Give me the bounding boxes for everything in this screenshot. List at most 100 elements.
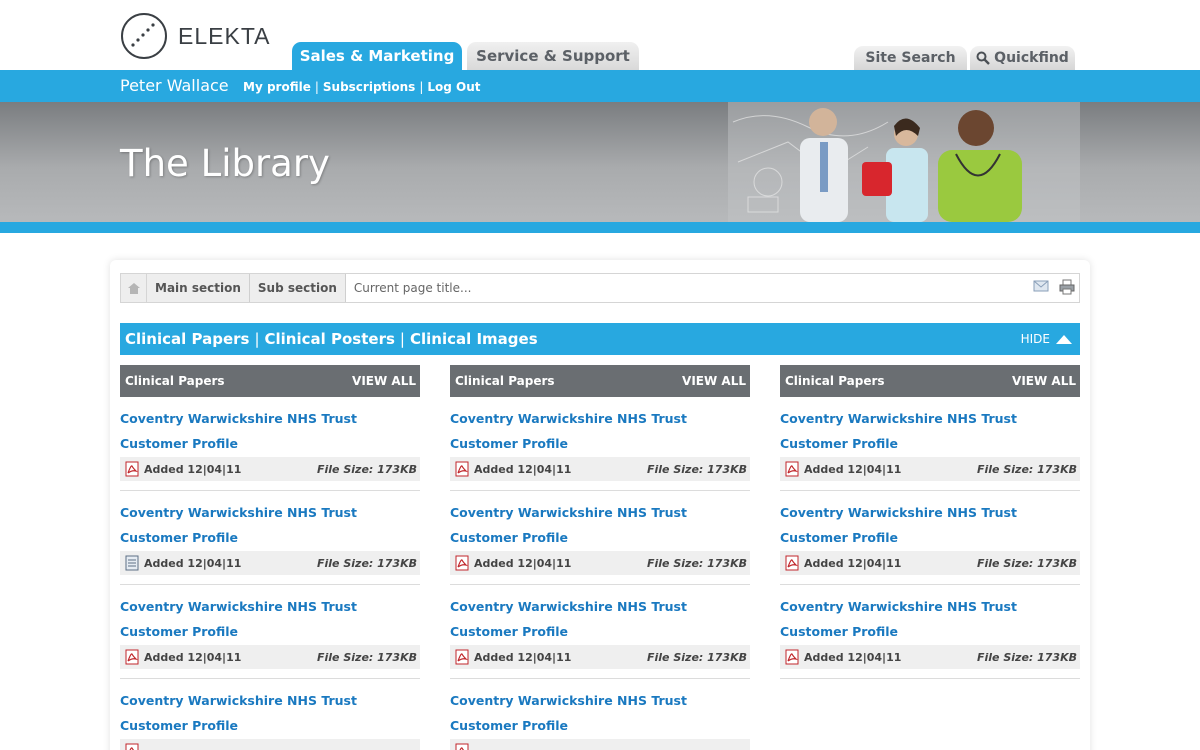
quickfind-label: Quickfind — [994, 50, 1069, 66]
tab-label: Sales & Marketing — [299, 47, 455, 65]
date-added: Added 12|04|11 — [474, 462, 572, 476]
document-meta: Added 12|04|11 File Size: 173KB — [120, 551, 420, 575]
column-header: Clinical Papers VIEW ALL — [780, 365, 1080, 397]
file-size: File Size: 173KB — [977, 556, 1077, 570]
file-size: File Size: 173KB — [317, 462, 417, 476]
document-title-link[interactable]: Coventry Warwickshire NHS Trust Customer… — [450, 688, 740, 738]
triangle-up-icon — [1056, 334, 1072, 344]
date-added: Added 12|04|11 — [804, 556, 902, 570]
file-size: File Size: 173KB — [977, 462, 1077, 476]
email-icon[interactable] — [1033, 279, 1049, 293]
list-item: Coventry Warwickshire NHS Trust Customer… — [450, 585, 750, 679]
resource-column: Clinical Papers VIEW ALL Coventry Warwicks… — [780, 365, 1080, 679]
tab-clinical-papers[interactable]: Clinical Papers — [125, 330, 249, 348]
document-title-link[interactable]: Coventry Warwickshire NHS Trust Customer… — [780, 500, 1070, 550]
tab-clinical-images[interactable]: Clinical Images — [410, 330, 538, 348]
site-search-label: Site Search — [865, 50, 956, 66]
list-item: Coventry Warwickshire NHS Trust Customer… — [780, 491, 1080, 585]
list-item: Coventry Warwickshire NHS Trust Customer… — [450, 397, 750, 491]
elekta-logo[interactable]: ELEKTA — [120, 11, 271, 61]
pdf-icon[interactable] — [124, 649, 140, 665]
log-out-link[interactable]: Log Out — [427, 80, 480, 94]
quickfind-tab[interactable]: Quickfind — [970, 46, 1075, 70]
column-title: Clinical Papers — [785, 374, 885, 388]
date-added: Added 12|04|11 — [474, 556, 572, 570]
hide-button[interactable]: HIDE — [1021, 332, 1072, 346]
list-item: Coventry Warwickshire NHS Trust Customer… — [780, 397, 1080, 491]
date-added: Added 12|04|11 — [144, 556, 242, 570]
tab-label: Service & Support — [476, 47, 630, 65]
pdf-icon[interactable] — [124, 743, 140, 750]
document-title-link[interactable]: Coventry Warwickshire NHS Trust Customer… — [120, 688, 410, 738]
document-title-link[interactable]: Coventry Warwickshire NHS Trust Customer… — [780, 594, 1070, 644]
column-header: Clinical Papers VIEW ALL — [120, 365, 420, 397]
list-item: Coventry Warwickshire NHS Trust Customer… — [450, 491, 750, 585]
elekta-logo-icon — [121, 13, 167, 59]
list-item: Coventry Warwickshire NHS Trust Customer… — [120, 585, 420, 679]
pdf-icon[interactable] — [784, 649, 800, 665]
document-icon[interactable] — [124, 555, 140, 571]
header: ELEKTA Sales & Marketing Service & Suppo… — [0, 0, 1200, 70]
pdf-icon[interactable] — [454, 555, 470, 571]
document-title-link[interactable]: Coventry Warwickshire NHS Trust Customer… — [780, 406, 1070, 456]
date-added: Added 12|04|11 — [144, 650, 242, 664]
pdf-icon[interactable] — [454, 649, 470, 665]
separator: | — [399, 330, 405, 348]
document-title-link[interactable]: Coventry Warwickshire NHS Trust Customer… — [450, 500, 740, 550]
subscriptions-link[interactable]: Subscriptions — [323, 80, 415, 94]
page-tools — [1033, 279, 1075, 295]
tab-sales-marketing[interactable]: Sales & Marketing — [292, 42, 462, 70]
document-title-link[interactable]: Coventry Warwickshire NHS Trust Customer… — [450, 406, 740, 456]
view-all-link[interactable]: VIEW ALL — [682, 374, 746, 388]
file-size: File Size: 173KB — [647, 556, 747, 570]
pdf-icon[interactable] — [784, 461, 800, 477]
home-breadcrumb[interactable] — [121, 274, 147, 302]
pdf-icon[interactable] — [454, 743, 470, 750]
date-added: Added 12|04|11 — [144, 462, 242, 476]
document-meta: Added 12|04|11 File Size: 173KB — [780, 457, 1080, 481]
home-icon — [127, 282, 140, 294]
document-title-link[interactable]: Coventry Warwickshire NHS Trust Customer… — [120, 500, 410, 550]
date-added: Added 12|04|11 — [474, 650, 572, 664]
view-all-link[interactable]: VIEW ALL — [1012, 374, 1076, 388]
document-meta: Added 12|04|11 File Size: 173KB — [450, 645, 750, 669]
page-title: The Library — [120, 142, 330, 185]
logo-text: ELEKTA — [178, 22, 271, 49]
hide-label: HIDE — [1020, 332, 1050, 346]
column-title: Clinical Papers — [455, 374, 555, 388]
library-banner: The Library — [0, 102, 1200, 222]
list-item: Coventry Warwickshire NHS Trust Customer… — [120, 397, 420, 491]
date-added: Added 12|04|11 — [804, 650, 902, 664]
document-meta: Added 12|04|11 File Size: 173KB — [780, 551, 1080, 575]
my-profile-link[interactable]: My profile — [243, 80, 311, 94]
document-meta: Added 12|04|11 File Size: 173KB — [450, 457, 750, 481]
separator: | — [419, 80, 424, 94]
document-title-link[interactable]: Coventry Warwickshire NHS Trust Customer… — [120, 594, 410, 644]
breadcrumb-sub-section[interactable]: Sub section — [249, 274, 346, 302]
list-item: Coventry Warwickshire NHS Trust Customer… — [120, 491, 420, 585]
pdf-icon[interactable] — [454, 461, 470, 477]
library-section-bar: Clinical Papers | Clinical Posters | Cli… — [120, 323, 1080, 355]
pdf-icon[interactable] — [784, 555, 800, 571]
file-size: File Size: 173KB — [317, 650, 417, 664]
tab-clinical-posters[interactable]: Clinical Posters — [265, 330, 395, 348]
print-icon[interactable] — [1059, 279, 1075, 295]
tab-service-support[interactable]: Service & Support — [467, 42, 639, 70]
document-meta — [120, 739, 420, 750]
view-all-link[interactable]: VIEW ALL — [352, 374, 416, 388]
file-size: File Size: 173KB — [317, 556, 417, 570]
pdf-icon[interactable] — [124, 461, 140, 477]
document-title-link[interactable]: Coventry Warwickshire NHS Trust Customer… — [120, 406, 410, 456]
document-meta: Added 12|04|11 File Size: 173KB — [120, 457, 420, 481]
list-item: Coventry Warwickshire NHS Trust Customer… — [780, 585, 1080, 679]
document-meta — [450, 739, 750, 750]
list-item: Coventry Warwickshire NHS Trust Customer… — [450, 679, 750, 750]
breadcrumb-main-section[interactable]: Main section — [147, 274, 250, 302]
document-title-link[interactable]: Coventry Warwickshire NHS Trust Customer… — [450, 594, 740, 644]
separator: | — [314, 80, 319, 94]
magnifier-icon — [976, 51, 991, 65]
user-name: Peter Wallace — [120, 76, 229, 95]
document-meta: Added 12|04|11 File Size: 173KB — [120, 645, 420, 669]
user-links: My profile | Subscriptions | Log Out — [243, 80, 481, 94]
site-search-tab[interactable]: Site Search — [854, 46, 967, 70]
